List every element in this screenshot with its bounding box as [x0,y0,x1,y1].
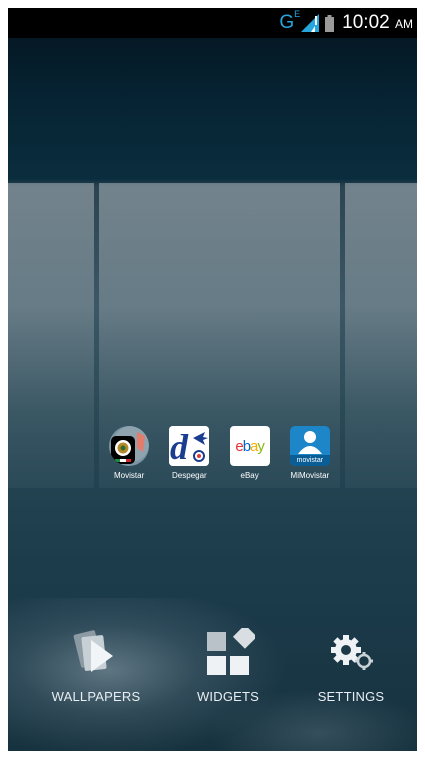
app-ebay[interactable]: ebay eBay [221,426,279,480]
ebay-icon: ebay [229,426,270,466]
signal-icon [301,14,320,32]
app-label: Despegar [172,471,207,480]
app-label: MiMovistar [290,471,330,480]
app-row: Movistar d Despegar ebay eBay movistar M… [99,426,340,480]
widgets-button[interactable]: WIDGETS [168,628,288,704]
home-options: WALLPAPERS WIDGETS SETTINGS [8,628,417,718]
app-despegar[interactable]: d Despegar [160,426,218,480]
mimovistar-badge: movistar [289,455,330,466]
mimovistar-icon: movistar [289,426,330,466]
clock: 10:02 AM [342,12,413,33]
ebay-letter-y: y [257,437,264,455]
ebay-letter-a: a [250,437,258,455]
network-type: GE [279,9,301,33]
app-movistar[interactable]: Movistar [100,426,158,480]
ebay-letter-b: b [242,437,251,455]
battery-icon [325,14,335,32]
despegar-icon: d [169,426,210,466]
widgets-icon [207,628,255,675]
widgets-label: WIDGETS [196,689,260,704]
settings-label: SETTINGS [317,689,385,704]
network-subtype: E [294,9,301,19]
gear-icon [331,635,373,670]
svg-text:d: d [170,427,189,466]
wallpapers-label: WALLPAPERS [51,689,141,704]
ebay-letter-e: e [235,437,243,455]
home-page-preview-right[interactable] [345,183,417,488]
app-mimovistar[interactable]: movistar MiMovistar [281,426,339,480]
app-label: eBay [240,471,259,480]
app-label: Movistar [114,471,145,480]
status-bar: GE 10:02 AM [8,8,417,38]
device-screen: GE 10:02 AM Movistar d Despegar e b a y … [8,8,417,751]
home-page-preview-left[interactable] [8,183,94,488]
wallpapers-button[interactable]: WALLPAPERS [36,628,156,704]
settings-button[interactable]: SETTINGS [291,628,411,704]
wallpapers-icon [73,630,113,672]
mexico-crest-icon [109,426,150,466]
